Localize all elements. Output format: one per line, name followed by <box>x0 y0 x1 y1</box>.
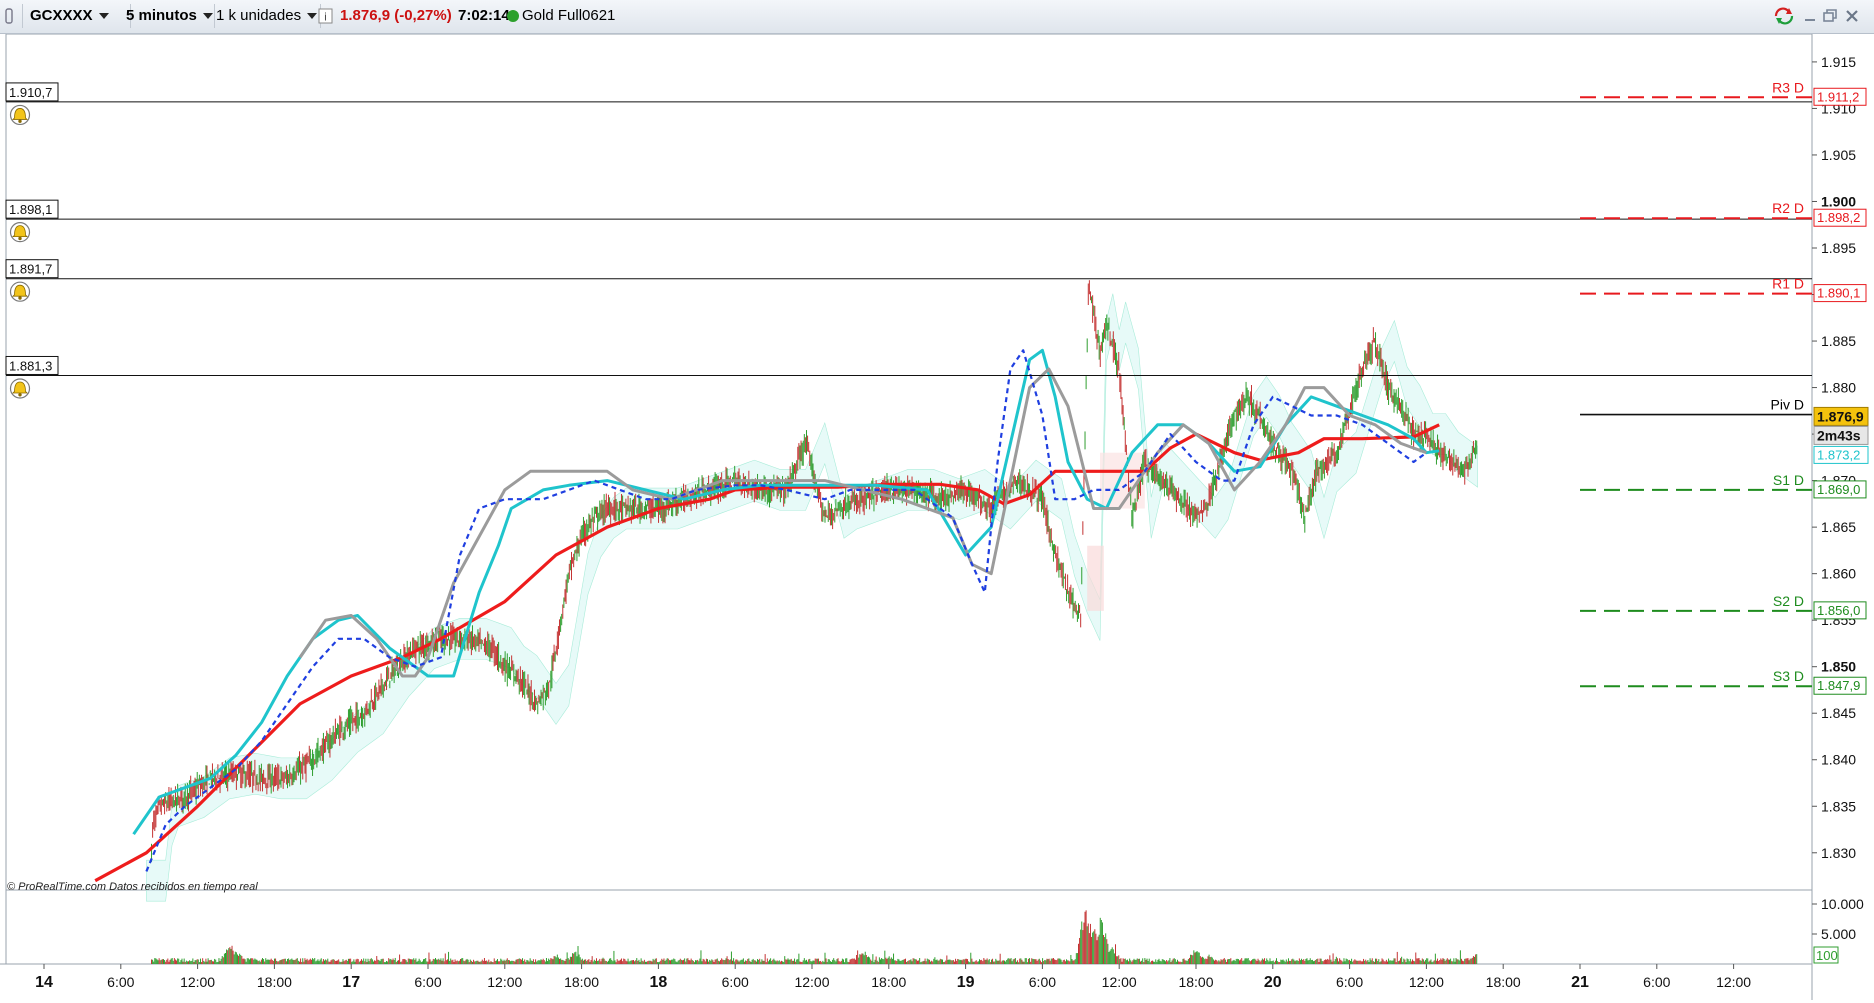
x-tick-label: 18:00 <box>564 974 599 990</box>
x-tick-label: 6:00 <box>1336 974 1363 990</box>
timeframe-selector[interactable]: 5 minutos <box>120 4 215 28</box>
pivot-label: Piv D <box>1771 397 1804 413</box>
pivot-value: 1.847,9 <box>1817 678 1860 693</box>
countdown: 2m43s <box>1817 427 1861 443</box>
x-tick-label: 17 <box>342 974 360 991</box>
sync-icon[interactable] <box>1773 6 1794 26</box>
pivot-label: R3 D <box>1772 79 1804 95</box>
y-tick-label: 1.835 <box>1821 798 1856 814</box>
pivot-label: R2 D <box>1772 200 1804 216</box>
svg-text:i: i <box>324 12 326 24</box>
pivot-label: S3 D <box>1773 668 1804 684</box>
y-tick-label: 1.915 <box>1821 54 1856 70</box>
alert-label: 1.891,7 <box>9 262 52 277</box>
pivot-label: R1 D <box>1772 276 1804 292</box>
alert-label: 1.898,1 <box>9 202 52 217</box>
volume-tick-label: 10.000 <box>1821 896 1864 912</box>
y-tick-label: 1.885 <box>1821 333 1856 349</box>
volume-tick-label: 5.000 <box>1821 926 1856 942</box>
y-tick-label: 1.830 <box>1821 845 1856 861</box>
x-tick-label: 6:00 <box>1029 974 1056 990</box>
x-tick-label: 6:00 <box>414 974 441 990</box>
ma-value: 1.873,2 <box>1817 447 1860 462</box>
symbol-label: GCXXXX <box>30 7 93 24</box>
x-tick-label: 12:00 <box>180 974 215 990</box>
alert-label: 1.881,3 <box>9 358 52 373</box>
x-tick-label: 19 <box>957 974 975 991</box>
bell-icon-clapper <box>18 393 22 397</box>
y-tick-label: 1.840 <box>1821 752 1856 768</box>
pivot-value: 1.911,2 <box>1817 89 1859 104</box>
volume-badge-label: 100 <box>1816 948 1838 963</box>
units-label: 1 k unidades <box>216 7 302 24</box>
timeframe-label: 5 minutos <box>126 7 197 24</box>
x-tick-label: 12:00 <box>1102 974 1137 990</box>
volume-panel <box>5 889 1813 965</box>
x-tick-label: 6:00 <box>1643 974 1670 990</box>
y-tick-label: 1.860 <box>1821 566 1856 582</box>
x-tick-label: 20 <box>1264 974 1282 991</box>
instrument-name: Gold Full0621 <box>522 7 616 24</box>
x-tick-label: 12:00 <box>794 974 829 990</box>
pivot-label: S2 D <box>1773 593 1804 609</box>
x-tick-label: 12:00 <box>487 974 522 990</box>
minimize-icon[interactable] <box>1800 6 1820 26</box>
bell-icon[interactable] <box>9 104 31 126</box>
close-icon[interactable] <box>1842 6 1862 26</box>
bell-icon[interactable] <box>9 378 31 399</box>
x-tick-label: 18 <box>650 974 668 991</box>
bell-icon[interactable] <box>9 281 31 302</box>
x-tick-label: 12:00 <box>1716 974 1751 990</box>
x-tick-label: 21 <box>1571 974 1589 991</box>
y-tick-label: 1.845 <box>1821 705 1856 721</box>
units-selector[interactable]: 1 k unidades <box>210 4 321 28</box>
symbol-selector[interactable]: GCXXXX <box>24 4 131 28</box>
bell-icon-clapper <box>18 236 22 241</box>
x-tick-label: 12:00 <box>1409 974 1444 990</box>
pivot-value: 1.898,2 <box>1817 210 1860 225</box>
last-price: 1.876,9 <box>1817 408 1864 424</box>
y-tick-label: 1.880 <box>1821 380 1856 396</box>
x-tick-label: 18:00 <box>1178 974 1213 990</box>
toolbar: GCXXXX 5 minutos 1 k unidades i 1.876,9 … <box>0 0 1874 34</box>
bell-icon-clapper <box>18 296 22 300</box>
y-tick-label: 1.865 <box>1821 519 1856 535</box>
y-tick-label: 1.850 <box>1821 659 1856 675</box>
alert-label: 1.910,7 <box>9 85 52 100</box>
info-icon[interactable]: i <box>318 4 334 28</box>
y-tick-label: 1.905 <box>1821 147 1856 163</box>
bell-icon[interactable] <box>9 222 31 243</box>
pivot-value: 1.856,0 <box>1817 603 1860 618</box>
chevron-down-icon <box>307 13 318 20</box>
pivot-value: 1.869,0 <box>1817 482 1860 497</box>
ichimoku-cloud-red <box>1087 545 1104 611</box>
price-chart[interactable]: 1.910,7 1.898,1 1.891,7 1.881,3 R3 D R2 D R1 D… <box>0 33 1874 1000</box>
y-tick-label: 1.895 <box>1821 240 1856 256</box>
y-tick-label: 1.900 <box>1821 193 1856 209</box>
x-tick-label: 18:00 <box>257 974 292 990</box>
bell-icon-clapper <box>18 119 22 123</box>
chart-area[interactable]: 1.910,7 1.898,1 1.891,7 1.881,3 R3 D R2 D R1 D… <box>0 33 1874 1000</box>
pivot-value: 1.890,1 <box>1817 286 1860 301</box>
x-tick-label: 14 <box>35 974 53 991</box>
x-tick-label: 6:00 <box>722 974 749 990</box>
restore-icon[interactable] <box>1820 6 1840 26</box>
watermark: © ProRealTime.com Datos recibidos en tie… <box>7 881 258 893</box>
x-tick-label: 6:00 <box>107 974 134 990</box>
price-change: 1.876,9 (-0,27%) <box>340 7 452 24</box>
pivot-label: S1 D <box>1773 472 1804 488</box>
x-tick-label: 18:00 <box>1486 974 1521 990</box>
grip-icon[interactable] <box>0 4 23 28</box>
x-tick-label: 18:00 <box>871 974 906 990</box>
chevron-down-icon <box>98 13 109 20</box>
